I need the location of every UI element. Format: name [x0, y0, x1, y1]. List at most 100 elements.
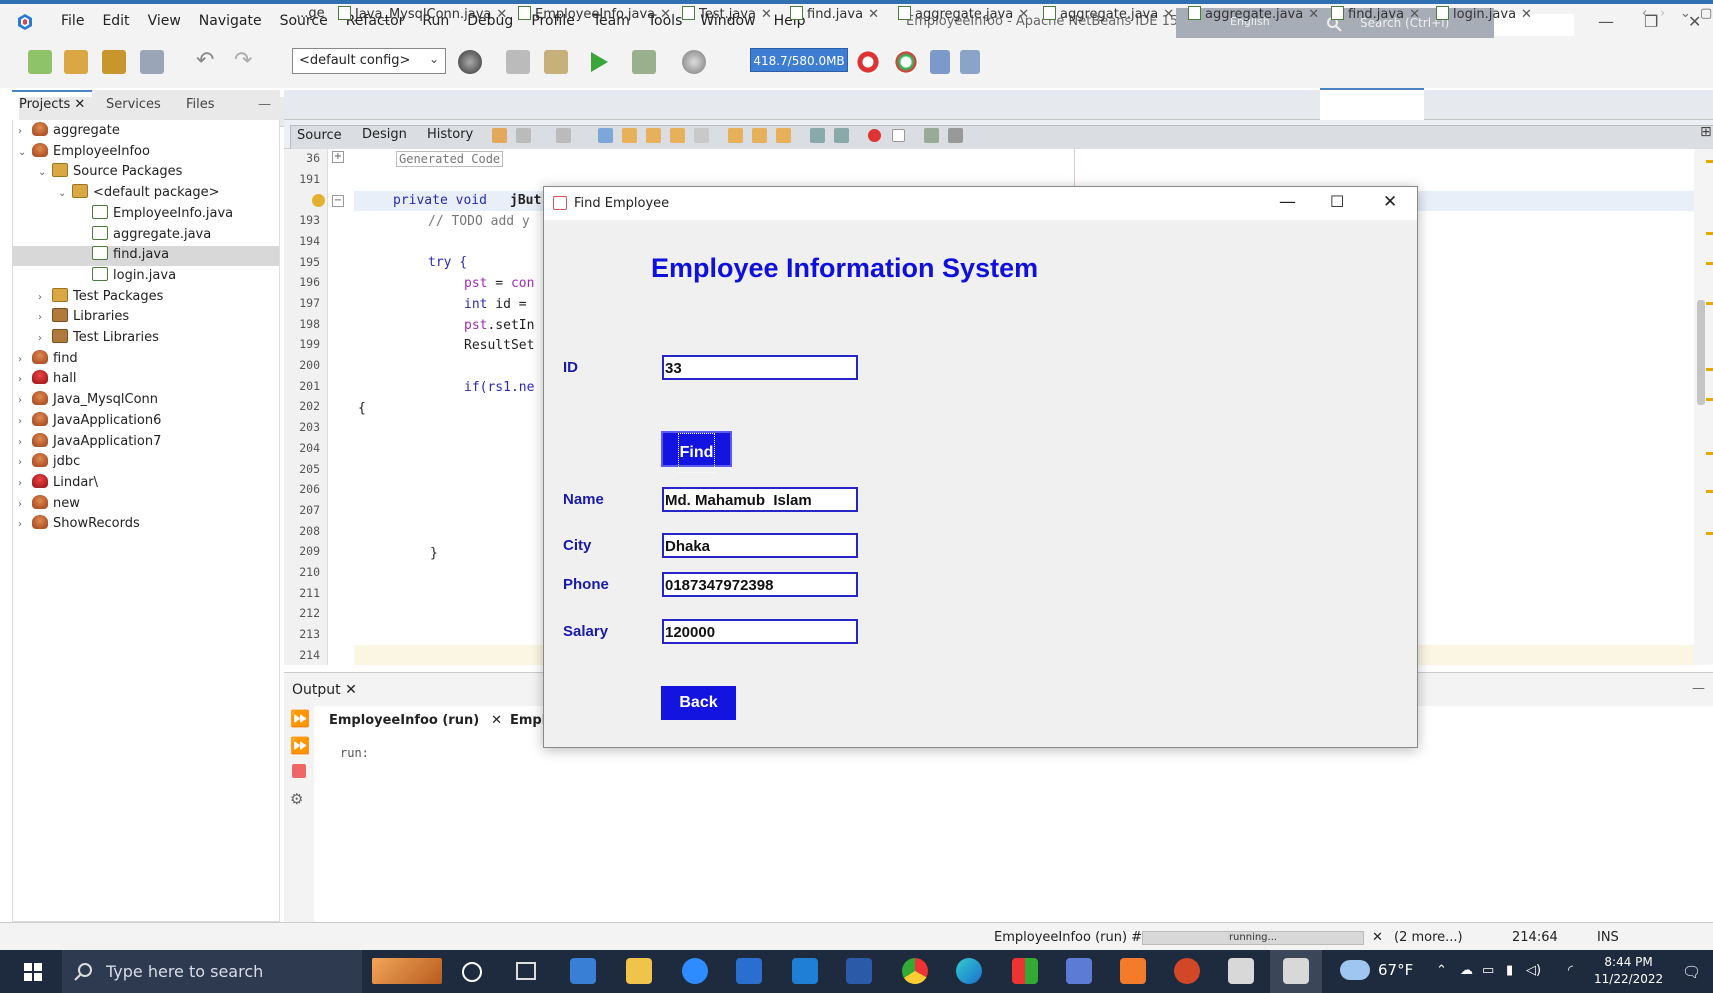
redo-icon[interactable]: ↷	[234, 50, 258, 74]
debug-icon[interactable]	[632, 50, 656, 74]
chevron-right-icon[interactable]: ›	[18, 478, 32, 489]
chevron-right-icon[interactable]: ›	[18, 519, 32, 530]
build-hammer-icon[interactable]	[506, 50, 530, 74]
generated-code-fold[interactable]: Generated Code	[396, 151, 504, 167]
back-button[interactable]: Back	[661, 686, 736, 720]
close-tab-icon[interactable]: ✕	[74, 97, 85, 112]
toggle-bookmark-icon[interactable]	[776, 128, 791, 143]
scroll-tabs-right-icon[interactable]: ›	[1660, 6, 1665, 21]
taskbar-clock[interactable]: 8:44 PM 11/22/2022	[1594, 954, 1663, 988]
stop-macro-icon[interactable]	[892, 129, 905, 142]
chevron-down-icon[interactable]: ⌄	[38, 167, 52, 178]
stripe-marker[interactable]	[1706, 398, 1713, 401]
next-bookmark-icon[interactable]	[752, 128, 767, 143]
toggle-highlight-icon[interactable]	[670, 128, 685, 143]
minimize-window-icon[interactable]: —	[1598, 12, 1614, 31]
close-tab-icon[interactable]: ✕	[761, 7, 772, 22]
battery-icon[interactable]: ▮	[1506, 963, 1513, 978]
editor-tab-java-mysqlconn[interactable]: Java_MysqlConn.java ✕	[338, 6, 507, 22]
editor-tab-aggregate-3[interactable]: aggregate.java ✕	[1188, 6, 1319, 22]
menu-navigate[interactable]: Navigate	[190, 13, 271, 29]
chevron-right-icon[interactable]: ›	[18, 437, 32, 448]
id-field[interactable]	[662, 355, 858, 380]
tree-node[interactable]: login.java	[78, 266, 176, 287]
chevron-down-icon[interactable]: ⌄	[18, 147, 32, 158]
split-editor-icon[interactable]: ⊞	[1700, 124, 1712, 140]
windows-start-icon[interactable]	[24, 963, 42, 981]
tray-overflow-icon[interactable]: ⌃	[1436, 963, 1447, 978]
tree-node[interactable]: › ShowRecords	[18, 515, 140, 535]
tab-output[interactable]: Output ✕	[292, 682, 357, 698]
notifications-icon[interactable]: 🗨	[1682, 963, 1701, 981]
tab-services[interactable]: Services	[106, 97, 161, 112]
shift-left-icon[interactable]	[810, 128, 825, 143]
tree-node[interactable]: › Java_MysqlConn	[18, 391, 158, 411]
dialog-minimize-icon[interactable]: —	[1279, 192, 1296, 212]
collapse-fold-icon[interactable]: −	[332, 195, 344, 207]
tree-node[interactable]: find.java	[78, 246, 169, 266]
close-tab-icon[interactable]: ✕	[1521, 7, 1532, 22]
stripe-marker[interactable]	[1706, 452, 1713, 455]
tree-node[interactable]: › Libraries	[38, 308, 129, 328]
volume-icon[interactable]: ◁)	[1526, 963, 1541, 978]
stop-icon[interactable]	[292, 764, 306, 778]
tree-node[interactable]: › JavaApplication7	[18, 432, 161, 453]
editor-tab-find-active[interactable]: find.java ✕	[1331, 6, 1420, 22]
stripe-marker[interactable]	[1706, 160, 1713, 163]
powerpoint-icon[interactable]	[1174, 958, 1200, 984]
tree-node[interactable]: ⌄ Source Packages	[38, 163, 182, 183]
name-field[interactable]	[662, 487, 858, 512]
rerun-with-params-icon[interactable]: ⏩	[290, 736, 310, 755]
shift-right-icon[interactable]	[834, 128, 849, 143]
browser-globe-icon[interactable]	[458, 50, 482, 74]
search-highlight-fox-icon[interactable]	[372, 958, 442, 984]
close-tab-icon[interactable]: ✕	[1018, 7, 1029, 22]
java-app-icon[interactable]	[1228, 958, 1254, 984]
editor-tab-aggregate-2[interactable]: aggregate.java ✕	[1043, 6, 1174, 22]
run-icon[interactable]	[588, 50, 610, 74]
back-icon[interactable]	[516, 128, 531, 143]
editor-tab-aggregate-1[interactable]: aggregate.java ✕	[898, 6, 1029, 22]
output-settings-icon[interactable]: ⚙	[290, 790, 308, 808]
chevron-right-icon[interactable]: ›	[18, 457, 32, 468]
editor-tab-find[interactable]: find.java ✕	[790, 6, 879, 22]
clean-build-icon[interactable]	[544, 50, 568, 74]
profile-gc-icon[interactable]	[894, 50, 918, 74]
close-tab-icon[interactable]: ✕	[1409, 7, 1420, 22]
java-app-active-icon[interactable]	[1283, 958, 1309, 984]
menu-view[interactable]: View	[139, 13, 190, 29]
chevron-right-icon[interactable]: ›	[38, 312, 52, 323]
chevron-right-icon[interactable]: ›	[38, 333, 52, 344]
vscode-icon[interactable]	[792, 958, 818, 984]
uncomment-icon[interactable]	[948, 128, 963, 143]
chevron-right-icon[interactable]: ›	[38, 292, 52, 303]
tree-node[interactable]: EmployeeInfo.java	[78, 204, 233, 225]
warning-bulb-icon[interactable]	[312, 194, 325, 207]
chevron-down-icon[interactable]: ⌄	[58, 188, 72, 199]
xampp-icon[interactable]	[1120, 958, 1146, 984]
undo-icon[interactable]: ↶	[196, 50, 220, 74]
tree-node[interactable]: › aggregate	[18, 122, 120, 142]
rect-select-icon[interactable]	[694, 128, 709, 143]
editor-tab-login[interactable]: login.java ✕	[1436, 6, 1532, 22]
rerun-icon[interactable]: ⏩	[290, 709, 310, 728]
city-field[interactable]	[662, 533, 858, 558]
zoom-icon[interactable]	[682, 958, 708, 984]
edge-icon[interactable]	[956, 958, 982, 984]
new-file-icon[interactable]	[28, 50, 52, 74]
network-device-icon[interactable]: ▭	[1482, 963, 1494, 978]
close-tab-icon[interactable]: ✕	[1308, 7, 1319, 22]
editor-scrollbar-thumb[interactable]	[1697, 300, 1705, 405]
profile-icon[interactable]	[682, 50, 706, 74]
tree-node[interactable]: › Test Packages	[38, 287, 163, 308]
cancel-task-icon[interactable]: ✕	[1372, 930, 1383, 945]
app-icon[interactable]	[1066, 958, 1092, 984]
minimize-panel-icon[interactable]: —	[258, 97, 271, 112]
find-previous-icon[interactable]	[622, 128, 637, 143]
stripe-marker[interactable]	[1706, 262, 1713, 265]
menu-file[interactable]: File	[52, 13, 93, 29]
tree-node[interactable]: aggregate.java	[78, 225, 211, 246]
more-tasks-link[interactable]: (2 more...)	[1394, 930, 1463, 945]
close-tab-icon[interactable]: ✕	[496, 7, 507, 22]
open-project-icon[interactable]	[102, 50, 126, 74]
